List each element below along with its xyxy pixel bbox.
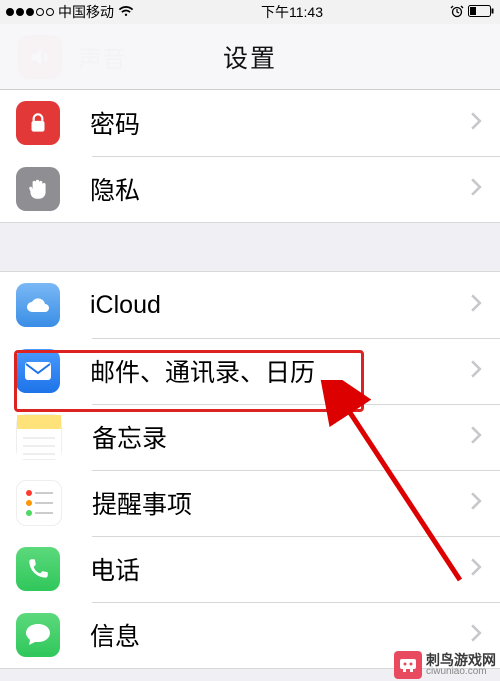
row-label: 信息 xyxy=(90,617,470,653)
row-label: 提醒事项 xyxy=(92,485,470,521)
alarm-icon xyxy=(450,4,464,21)
chevron-right-icon xyxy=(470,492,482,515)
status-right xyxy=(450,4,494,21)
chevron-right-icon xyxy=(470,558,482,581)
settings-group: 密码 隐私 xyxy=(0,89,500,223)
notes-icon xyxy=(16,414,62,460)
battery-icon xyxy=(468,4,494,20)
nav-bar: 设置 xyxy=(0,24,500,90)
status-bar: 中国移动 下午11:43 xyxy=(0,0,500,24)
watermark-logo-icon xyxy=(394,651,422,679)
carrier-label: 中国移动 xyxy=(58,2,114,22)
chevron-right-icon xyxy=(470,360,482,383)
settings-list[interactable]: 密码 隐私 iCloud xyxy=(0,89,500,681)
row-label: 隐私 xyxy=(90,171,470,207)
row-password[interactable]: 密码 xyxy=(0,90,500,156)
row-label: 邮件、通讯录、日历 xyxy=(90,353,470,389)
mail-icon xyxy=(16,349,60,393)
status-time: 下午11:43 xyxy=(134,2,450,22)
row-reminders[interactable]: 提醒事项 xyxy=(0,470,500,536)
lock-icon xyxy=(16,101,60,145)
row-label: 电话 xyxy=(90,551,470,587)
status-left: 中国移动 xyxy=(6,2,134,22)
row-icloud[interactable]: iCloud xyxy=(0,272,500,338)
phone-icon xyxy=(16,547,60,591)
wifi-icon xyxy=(118,4,134,20)
chevron-right-icon xyxy=(470,112,482,135)
row-label: iCloud xyxy=(90,291,470,320)
cloud-icon xyxy=(16,283,60,327)
group-spacer xyxy=(0,223,500,271)
row-label: 备忘录 xyxy=(92,419,470,455)
row-phone[interactable]: 电话 xyxy=(0,536,500,602)
row-notes[interactable]: 备忘录 xyxy=(0,404,500,470)
signal-icon xyxy=(6,8,54,16)
reminders-icon xyxy=(16,480,62,526)
row-mail-contacts-calendar[interactable]: 邮件、通讯录、日历 xyxy=(0,338,500,404)
watermark: 刺鸟游戏网 ciwuniao.com xyxy=(390,649,500,681)
chevron-right-icon xyxy=(470,294,482,317)
message-icon xyxy=(16,613,60,657)
chevron-right-icon xyxy=(470,426,482,449)
hand-icon xyxy=(16,167,60,211)
row-privacy[interactable]: 隐私 xyxy=(0,156,500,222)
watermark-url: ciwuniao.com xyxy=(426,667,496,677)
page-title: 设置 xyxy=(223,39,277,75)
chevron-right-icon xyxy=(470,624,482,647)
chevron-right-icon xyxy=(470,178,482,201)
watermark-name: 刺鸟游戏网 xyxy=(426,653,496,667)
row-label: 密码 xyxy=(90,105,470,141)
settings-group: iCloud 邮件、通讯录、日历 备忘录 xyxy=(0,271,500,669)
